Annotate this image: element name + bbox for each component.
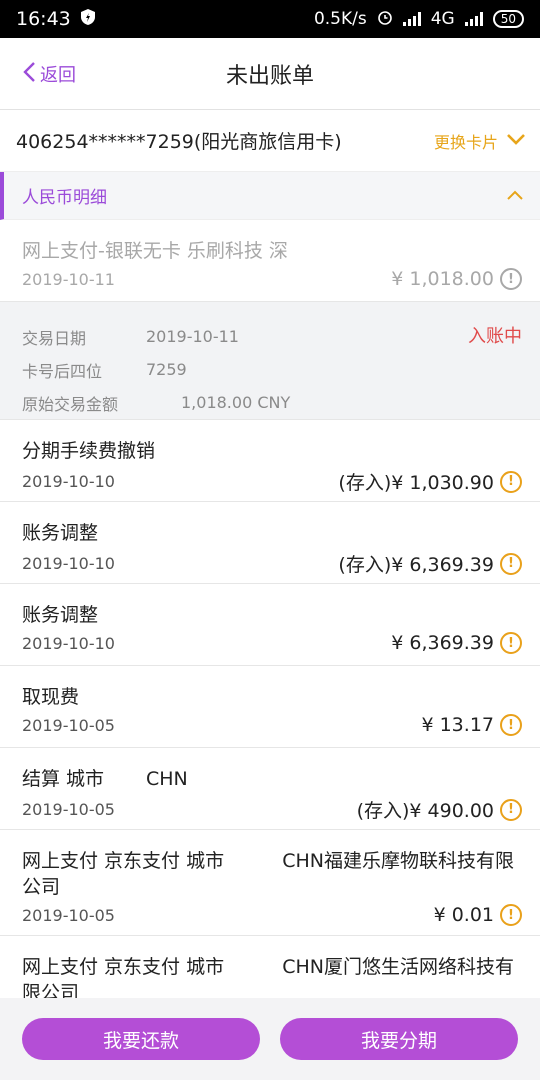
section-header-rmb[interactable]: 人民币明细 — [0, 172, 540, 220]
transaction-detail: 交易日期 2019-10-11 卡号后四位 7259 原始交易金额 1,018.… — [0, 302, 540, 420]
transaction-date: 2019-10-11 — [22, 269, 115, 289]
transaction-amount: ¥ 6,369.39 — [391, 632, 494, 654]
info-icon[interactable]: ! — [500, 904, 522, 926]
transaction-desc-extra: CHN福建乐摩物联科技有限 — [282, 850, 514, 872]
transaction-desc-line2: 公司 — [22, 876, 61, 898]
info-icon[interactable]: ! — [500, 268, 522, 290]
transaction-desc: 结算 城市 — [22, 768, 105, 790]
transaction-row[interactable]: 网上支付 京东支付 城市 CHN福建乐摩物联科技有限 公司 2019-10-05… — [0, 830, 540, 936]
repay-button[interactable]: 我要还款 — [22, 1018, 260, 1060]
transaction-desc: 账务调整 — [22, 522, 99, 544]
clock: 16:43 — [16, 8, 71, 30]
info-icon[interactable]: ! — [500, 714, 522, 736]
bottom-action-bar: 我要还款 我要分期 — [0, 998, 540, 1080]
transaction-row[interactable]: 取现费 2019-10-05 ¥ 13.17! — [0, 666, 540, 748]
info-icon[interactable]: ! — [500, 552, 522, 575]
alarm-icon — [377, 9, 393, 30]
shield-icon — [80, 8, 95, 30]
chevron-down-icon — [506, 131, 526, 150]
info-icon[interactable]: ! — [500, 798, 522, 821]
chevron-up-icon — [506, 186, 524, 206]
transaction-desc: 账务调整 — [22, 604, 99, 626]
installment-button[interactable]: 我要分期 — [280, 1018, 518, 1060]
transaction-row[interactable]: 分期手续费撤销 2019-10-10 (存入)¥ 1,030.90! — [0, 420, 540, 502]
transaction-amount: ¥ 13.17 — [421, 714, 494, 736]
page-title: 未出账单 — [225, 63, 314, 89]
transaction-date: 2019-10-05 — [22, 800, 115, 819]
change-card-label: 更换卡片 — [433, 132, 498, 152]
detail-date-value: 2019-10-11 — [146, 327, 239, 346]
transaction-amount: (存入)¥ 6,369.39 — [338, 554, 494, 576]
change-card-button[interactable]: 更换卡片 — [434, 129, 526, 153]
section-title: 人民币明细 — [22, 188, 107, 208]
network-type: 4G — [430, 9, 455, 29]
back-label: 返回 — [40, 65, 76, 86]
detail-orig-key: 原始交易金额 — [22, 394, 119, 414]
battery-icon: 50 — [492, 10, 524, 28]
status-bar: 16:43 0.5K/s 4G 50 — [0, 0, 540, 38]
nav-bar: 返回 未出账单 — [0, 38, 540, 110]
transaction-desc: 网上支付-银联无卡 乐刷科技 深 — [22, 240, 288, 262]
network-speed: 0.5K/s — [313, 9, 367, 29]
transaction-desc: 网上支付 京东支付 城市 — [22, 956, 225, 978]
chevron-left-icon — [22, 61, 36, 88]
transaction-row[interactable]: 结算 城市 CHN 2019-10-05 (存入)¥ 490.00! — [0, 748, 540, 830]
transaction-desc-extra: CHN厦门悠生活网络科技有 — [282, 956, 514, 978]
card-selector: 406254******7259(阳光商旅信用卡) 更换卡片 — [0, 110, 540, 172]
detail-date-key: 交易日期 — [22, 328, 87, 348]
transaction-row[interactable]: 网上支付-银联无卡 乐刷科技 深 2019-10-11 ¥ 1,018.00 ! — [0, 220, 540, 302]
transaction-desc: 网上支付 京东支付 城市 — [22, 850, 225, 872]
transaction-date: 2019-10-10 — [22, 472, 115, 491]
card-number: 406254******7259(阳光商旅信用卡) — [16, 131, 342, 153]
back-button[interactable]: 返回 — [22, 38, 76, 110]
info-icon[interactable]: ! — [500, 632, 522, 654]
transaction-amount: ¥ 0.01 — [433, 904, 494, 926]
status-badge: 入账中 — [468, 326, 522, 347]
transaction-date: 2019-10-05 — [22, 715, 115, 735]
transaction-row[interactable]: 网上支付 京东支付 城市 CHN厦门悠生活网络科技有 限公司 — [0, 936, 540, 1006]
detail-card-value: 7259 — [146, 360, 187, 379]
transaction-desc-extra: CHN — [146, 768, 188, 790]
transaction-date: 2019-10-10 — [22, 633, 115, 653]
transaction-desc: 取现费 — [22, 686, 80, 708]
detail-orig-value: 1,018.00 CNY — [181, 393, 291, 412]
detail-card-key: 卡号后四位 — [22, 361, 103, 381]
transaction-amount: ¥ 1,018.00 — [391, 268, 494, 290]
transaction-row[interactable]: 账务调整 2019-10-10 (存入)¥ 6,369.39! — [0, 502, 540, 584]
signal-icon — [402, 12, 421, 26]
transaction-date: 2019-10-05 — [22, 905, 115, 925]
transaction-amount: (存入)¥ 490.00 — [356, 800, 494, 822]
transaction-row[interactable]: 账务调整 2019-10-10 ¥ 6,369.39! — [0, 584, 540, 666]
transaction-date: 2019-10-10 — [22, 554, 115, 573]
transaction-amount: (存入)¥ 1,030.90 — [338, 472, 494, 494]
transaction-desc: 分期手续费撤销 — [22, 440, 156, 462]
info-icon[interactable]: ! — [500, 470, 522, 493]
signal-icon-2 — [464, 12, 483, 26]
